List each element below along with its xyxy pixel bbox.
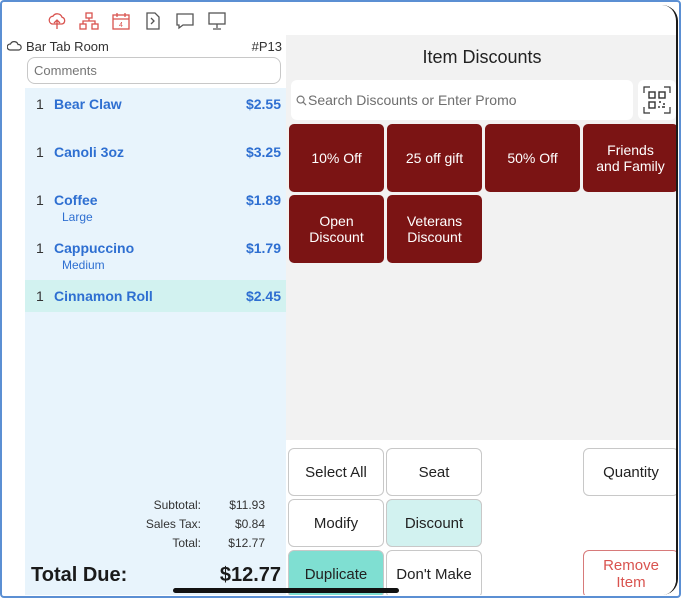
search-placeholder: Search Discounts or Enter Promo (308, 92, 517, 108)
total-due-label: Total Due: (31, 563, 128, 586)
ticket-panel: Bar Tab Room #P13 1 Bear Claw $2.55 1 Ca… (5, 35, 286, 595)
total-due-value: $12.77 (219, 563, 281, 586)
tax-label: Sales Tax: (145, 516, 201, 531)
home-indicator (173, 588, 399, 593)
discount-50-off-button[interactable]: 50% Off (485, 124, 580, 192)
item-name: Coffee (54, 192, 98, 208)
item-qty: 1 (36, 144, 44, 160)
item-price: $2.55 (245, 96, 281, 112)
totals-block: Subtotal: $11.93 Sales Tax: $0.84 Total:… (25, 495, 265, 552)
item-actions: Select All Seat Quantity Modify Discount… (286, 440, 676, 595)
document-icon[interactable] (141, 9, 165, 33)
item-modifier: Large (62, 210, 93, 224)
chat-icon[interactable] (173, 9, 197, 33)
room-header: Bar Tab Room #P13 (7, 37, 282, 55)
discount-search-input[interactable]: Search Discounts or Enter Promo (291, 80, 633, 120)
total-value: $12.77 (228, 535, 265, 550)
item-price: $1.89 (245, 192, 281, 208)
item-name: Bear Claw (54, 96, 122, 112)
list-item[interactable]: 1 Bear Claw $2.55 (25, 88, 286, 136)
svg-text:4: 4 (119, 22, 123, 29)
app-frame: 4 Bar Tab Room #P13 1 Bea (0, 0, 681, 598)
cloud-upload-icon[interactable] (45, 9, 69, 33)
remove-item-button[interactable]: Remove Item (583, 550, 676, 595)
list-item-selected[interactable]: 1 Cinnamon Roll $2.45 (25, 280, 286, 312)
device-screen: 4 Bar Tab Room #P13 1 Bea (5, 5, 678, 595)
dont-make-button[interactable]: Don't Make (386, 550, 482, 595)
subtotal-row: Subtotal: $11.93 (25, 495, 265, 514)
discount-25-off-gift-button[interactable]: 25 off gift (387, 124, 482, 192)
total-row: Total: $12.77 (25, 533, 265, 552)
item-price: $2.45 (245, 288, 281, 304)
seat-button[interactable]: Seat (386, 448, 482, 496)
item-name: Cinnamon Roll (54, 288, 153, 304)
item-modifier: Medium (62, 258, 105, 272)
subtotal-label: Subtotal: (153, 497, 201, 512)
qr-code-icon (643, 86, 671, 114)
panel-title: Item Discounts (422, 47, 542, 67)
discount-panel: Item Discounts Search Discounts or Enter… (286, 35, 676, 595)
item-qty: 1 (36, 288, 44, 304)
discount-10-off-button[interactable]: 10% Off (289, 124, 384, 192)
room-name[interactable]: Bar Tab Room (26, 39, 252, 54)
top-toolbar: 4 (45, 9, 229, 33)
item-name: Cappuccino (54, 240, 135, 256)
select-all-button[interactable]: Select All (288, 448, 384, 496)
kiosk-icon[interactable] (205, 9, 229, 33)
discount-friends-family-button[interactable]: Friends and Family (583, 124, 676, 192)
item-qty: 1 (36, 96, 44, 112)
discount-button[interactable]: Discount (386, 499, 482, 547)
network-icon[interactable] (77, 9, 101, 33)
ticket-number: #P13 (251, 38, 282, 54)
comments-field[interactable] (27, 57, 281, 84)
list-item[interactable]: 1 Coffee $1.89 Large (25, 184, 286, 232)
discount-veterans-button[interactable]: Veterans Discount (387, 195, 482, 263)
tax-value: $0.84 (234, 516, 265, 531)
item-qty: 1 (36, 192, 44, 208)
item-name: Canoli 3oz (54, 144, 125, 160)
item-price: $1.79 (245, 240, 281, 256)
item-qty: 1 (36, 240, 44, 256)
search-icon (296, 95, 307, 106)
calendar-icon[interactable]: 4 (109, 9, 133, 33)
discount-open-button[interactable]: Open Discount (289, 195, 384, 263)
quantity-button[interactable]: Quantity (583, 448, 676, 496)
list-item[interactable]: 1 Canoli 3oz $3.25 (25, 136, 286, 184)
tax-row: Sales Tax: $0.84 (25, 514, 265, 533)
total-label: Total: (172, 535, 201, 550)
total-due: Total Due: $12.77 (31, 560, 281, 590)
item-price: $3.25 (245, 144, 281, 160)
list-item[interactable]: 1 Cappuccino $1.79 Medium (25, 232, 286, 280)
modify-button[interactable]: Modify (288, 499, 384, 547)
subtotal-value: $11.93 (229, 497, 265, 512)
cloud-icon (7, 41, 22, 51)
qr-scan-button[interactable] (638, 80, 676, 120)
